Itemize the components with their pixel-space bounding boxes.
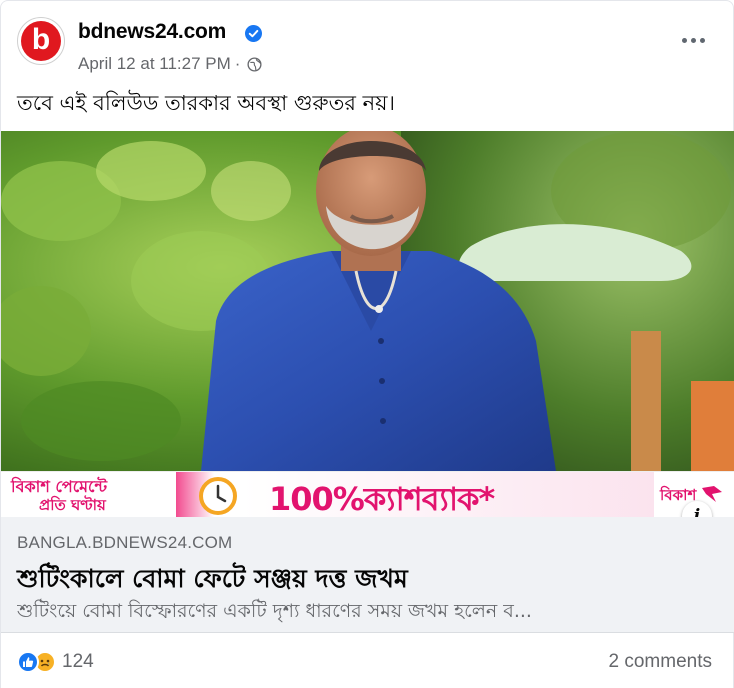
- cashback-text: 100%ক্যাশব্যাক*: [269, 480, 495, 517]
- globe-icon[interactable]: [247, 56, 262, 72]
- comments-count-link[interactable]: 2 comments: [609, 651, 712, 673]
- banner-left-line2: প্রতি ঘণ্টায়: [39, 496, 106, 514]
- clock-icon: [199, 477, 237, 515]
- post-message: তবে এই বলিউড তারকার অবস্থা গুরুতর নয়।: [17, 91, 396, 115]
- banner-cashback: 100%ক্যাশব্যাক*: [176, 472, 654, 517]
- link-domain: BANGLA.BDNEWS24.COM: [17, 533, 233, 552]
- more-options-icon[interactable]: [675, 25, 711, 55]
- avatar-logo: b: [21, 21, 61, 61]
- post-card: b bdnews24.com April 12 at 11:27 PM · তব…: [0, 0, 734, 688]
- page-avatar[interactable]: b: [17, 17, 65, 65]
- post-meta: April 12 at 11:27 PM ·: [78, 54, 262, 74]
- link-headline: শুটিংকালে বোমা ফেটে সঞ্জয় দত্ত জখম: [17, 564, 408, 593]
- like-reaction-icon: [17, 651, 39, 673]
- link-preview[interactable]: BANGLA.BDNEWS24.COM শুটিংকালে বোমা ফেটে …: [1, 517, 734, 633]
- meta-separator: ·: [234, 54, 241, 73]
- page-name-link[interactable]: bdnews24.com: [78, 20, 226, 44]
- verified-badge-icon: [245, 25, 262, 42]
- post-timestamp[interactable]: April 12 at 11:27 PM: [78, 54, 231, 74]
- reactions-summary[interactable]: 124: [17, 651, 94, 673]
- post-photo[interactable]: [1, 131, 734, 471]
- reaction-count: 124: [62, 651, 94, 672]
- banner-left: বিকাশ পেমেন্টে প্রতি ঘণ্টায়: [1, 472, 176, 517]
- link-description: শুটিংয়ে বোমা বিস্ফোরণের একটি দৃশ্য ধারণ…: [17, 600, 532, 622]
- avatar-letter: b: [31, 22, 51, 56]
- ad-banner: বিকাশ পেমেন্টে প্রতি ঘণ্টায় 100%ক্যাশব্…: [1, 471, 734, 517]
- bird-logo-icon: [702, 486, 722, 502]
